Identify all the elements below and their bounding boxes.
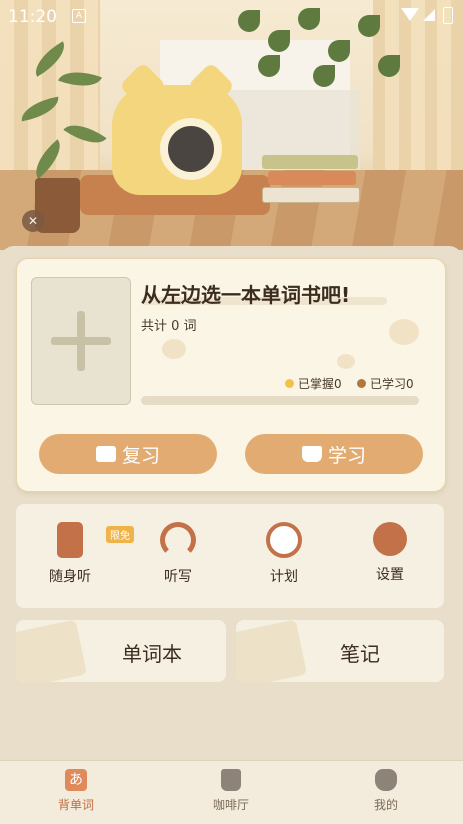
review-label: 复习	[121, 444, 160, 467]
legend-learned: 已学习0	[357, 375, 414, 392]
book-stack	[262, 155, 362, 207]
gear-icon	[373, 522, 407, 556]
wifi-icon	[401, 8, 419, 21]
word-count: 共计 0 词	[141, 319, 197, 334]
feature-label: 随身听	[49, 569, 91, 585]
nav-vocabulary[interactable]: あ 背单词	[36, 769, 116, 813]
learn-label: 学习	[327, 444, 366, 467]
feature-row: 随身听 限免 听写 计划 设置	[16, 504, 444, 608]
learned-dot-icon	[357, 379, 366, 388]
music-player-icon	[57, 522, 83, 558]
book-illustration-icon	[16, 620, 88, 682]
feature-dictation[interactable]: 听写	[138, 522, 218, 586]
notes-card[interactable]: 笔记	[236, 620, 444, 682]
paw-print-icon	[337, 354, 355, 369]
bottom-nav: あ 背单词 咖啡厅 我的	[0, 760, 463, 824]
book-card: 从左边选一本单词书吧! 共计 0 词 已掌握0 已学习0 复习 学习	[16, 258, 446, 492]
learned-label: 已学习0	[370, 377, 414, 391]
signal-icon	[423, 9, 435, 21]
potted-plant	[18, 40, 110, 190]
nav-label: 我的	[373, 798, 398, 812]
plus-icon	[51, 311, 111, 371]
card-title: 从左边选一本单词书吧!	[141, 283, 351, 307]
notes-label: 笔记	[340, 642, 380, 666]
feature-label: 设置	[376, 567, 404, 583]
nav-label: 背单词	[57, 798, 94, 812]
learn-button[interactable]: 学习	[245, 434, 423, 474]
cat-eye	[160, 118, 222, 180]
legend-mastered: 已掌握0	[285, 375, 342, 392]
nav-profile[interactable]: 我的	[346, 769, 426, 813]
notification-a-icon: A	[72, 9, 86, 23]
review-icon	[95, 446, 116, 462]
feature-label: 计划	[270, 569, 298, 585]
sound-off-icon[interactable]: ✕	[22, 210, 44, 232]
cat-face-icon	[375, 769, 397, 791]
feature-label: 听写	[164, 569, 192, 585]
feature-walkman[interactable]: 随身听	[30, 522, 110, 586]
headphones-icon	[160, 522, 196, 558]
status-bar: 11:20 A	[0, 0, 463, 30]
free-tag-badge: 限免	[106, 526, 134, 543]
wordbook-card[interactable]: 单词本	[16, 620, 226, 682]
review-button[interactable]: 复习	[39, 434, 217, 474]
kana-a-icon: あ	[65, 769, 87, 791]
coffee-cup-icon	[221, 769, 241, 791]
hero-illustration: ✕	[0, 0, 463, 250]
progress-bar	[141, 396, 419, 405]
nav-cafe[interactable]: 咖啡厅	[191, 769, 271, 813]
add-book-button[interactable]	[31, 277, 131, 405]
notepad-illustration-icon	[236, 620, 308, 682]
alarm-clock-icon	[266, 522, 302, 558]
wordbook-label: 单词本	[122, 642, 182, 666]
paw-print-icon	[162, 339, 186, 359]
feature-plan[interactable]: 计划	[244, 522, 324, 586]
graduation-cap-icon	[301, 446, 322, 462]
mastered-label: 已掌握0	[298, 377, 342, 391]
mastered-dot-icon	[285, 379, 294, 388]
status-time: 11:20	[8, 7, 57, 27]
feature-settings[interactable]: 设置	[350, 522, 430, 584]
battery-icon	[443, 7, 453, 24]
paw-print-icon	[389, 319, 419, 345]
nav-label: 咖啡厅	[212, 798, 249, 812]
